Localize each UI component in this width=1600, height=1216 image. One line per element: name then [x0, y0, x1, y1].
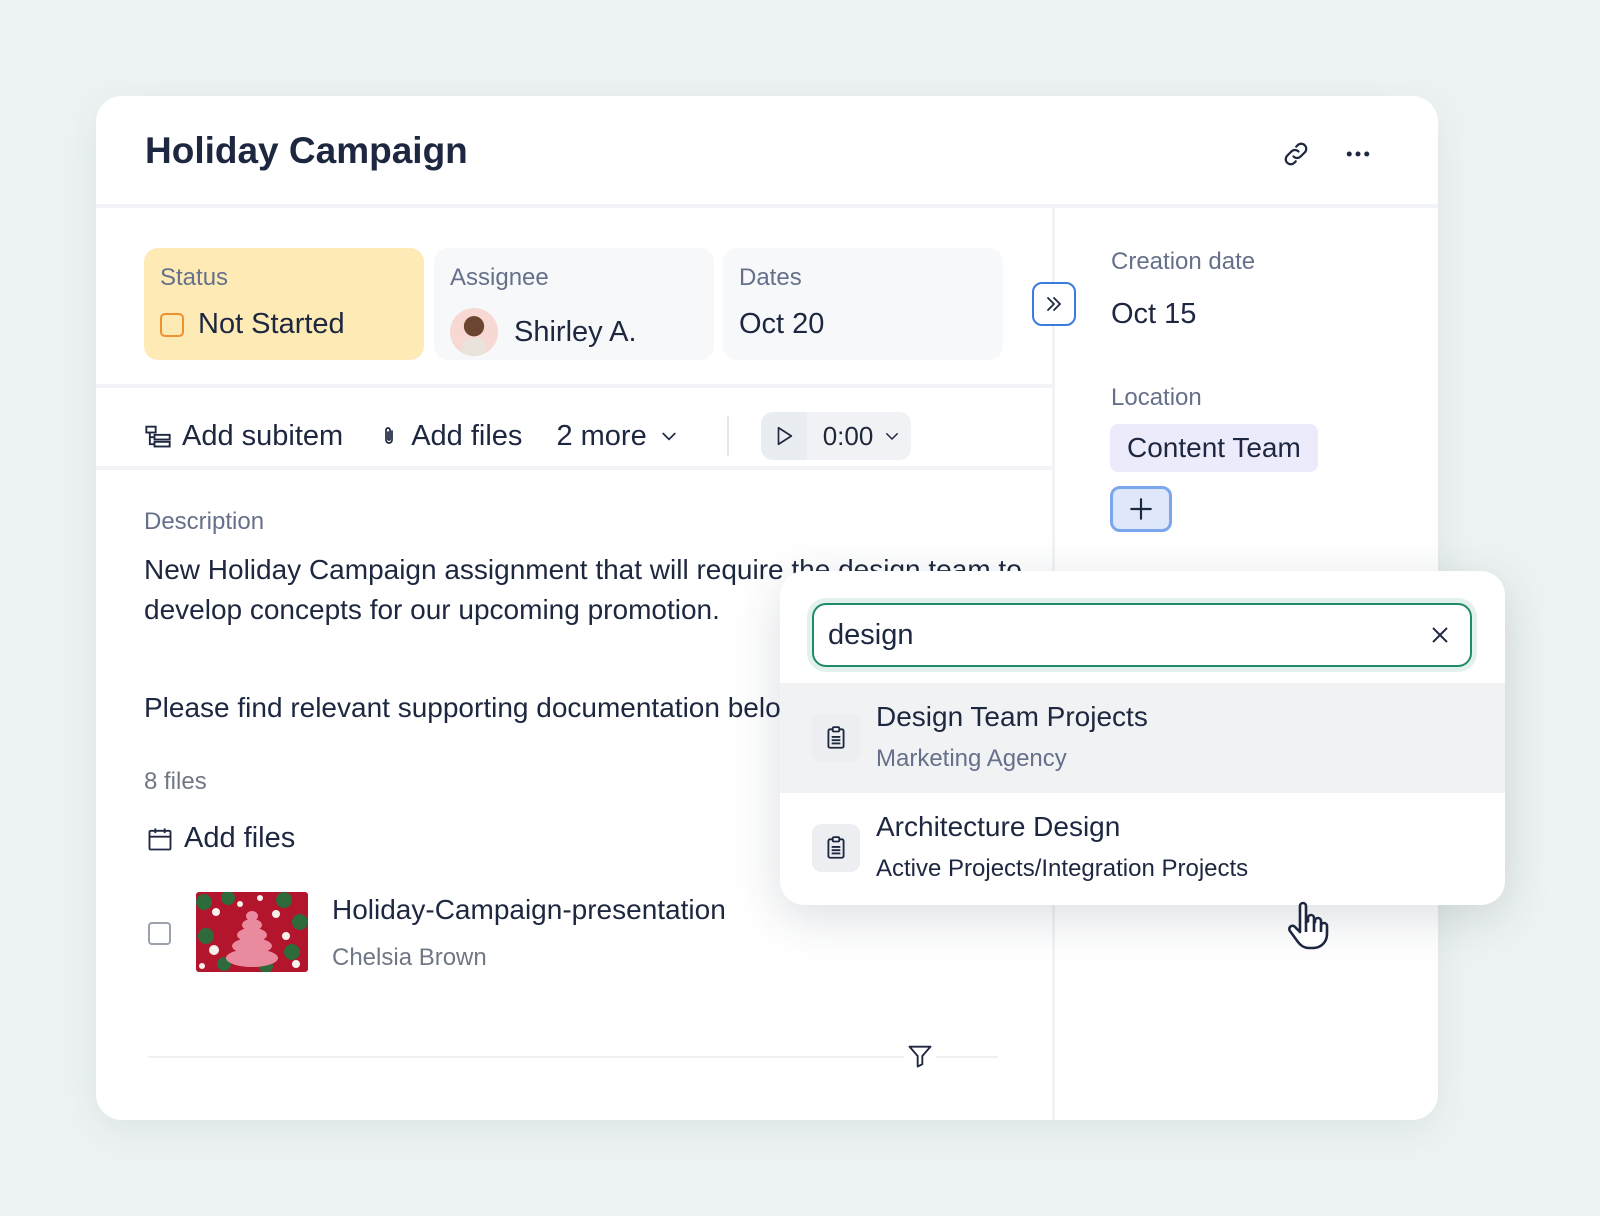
status-text: Not Started [198, 308, 345, 340]
dates-field[interactable]: Dates Oct 20 [723, 248, 1003, 360]
assignee-label: Assignee [450, 264, 549, 291]
chevrons-right-icon [1047, 297, 1061, 311]
divider [966, 1056, 998, 1058]
clipboard-icon [812, 824, 860, 872]
files-count: 8 files [144, 768, 207, 795]
location-tag[interactable]: Content Team [1110, 424, 1318, 472]
more-actions-label: 2 more [556, 419, 647, 452]
location-label: Location [1111, 384, 1202, 411]
assignee-field[interactable]: Assignee Shirley A. [434, 248, 714, 360]
result-title: Architecture Design [876, 811, 1121, 842]
status-value: Not Started [160, 308, 345, 341]
add-files-label: Add files [184, 822, 296, 854]
assignee-value: Shirley A. [450, 308, 637, 356]
dates-value: Oct 20 [739, 308, 825, 340]
status-indicator [160, 312, 184, 337]
search-input[interactable] [828, 615, 1408, 655]
toolbar-separator [726, 416, 729, 456]
file-checkbox[interactable] [148, 922, 171, 945]
creation-date-label: Creation date [1111, 248, 1256, 275]
add-files-label: Add files [411, 419, 523, 452]
paperclip-icon [385, 427, 394, 444]
result-subtitle: Marketing Agency [876, 745, 1067, 772]
file-thumbnail[interactable] [196, 892, 308, 972]
calendar-icon [148, 828, 172, 850]
play-icon[interactable] [760, 412, 807, 460]
creation-date-value: Oct 15 [1111, 298, 1197, 330]
description-label: Description [144, 508, 265, 535]
location-search-popover: Design Team Projects Marketing Agency Ar… [780, 571, 1505, 905]
more-actions-dropdown[interactable]: 2 more [556, 420, 688, 453]
divider [96, 466, 1052, 470]
plus-icon [1130, 498, 1152, 520]
hand-pointer-icon [1284, 900, 1332, 957]
timer-text: 0:00 [822, 420, 874, 451]
card-header: Holiday Campaign [96, 96, 1438, 208]
file-name[interactable]: Holiday-Campaign-presentation [332, 894, 726, 926]
status-field[interactable]: Status Not Started [144, 248, 424, 360]
divider [148, 1056, 984, 1058]
time-tracker[interactable]: 0:00 [760, 412, 912, 460]
result-subtitle: Active Projects/Integration Projects [876, 855, 1249, 882]
link-icon[interactable] [1276, 134, 1316, 174]
file-owner: Chelsia Brown [332, 944, 487, 971]
filter-icon[interactable] [904, 1040, 936, 1072]
item-toolbar: Add subitem Add files 2 more 0:00 [144, 412, 912, 460]
add-subitem-button[interactable]: Add subitem [144, 420, 343, 453]
assignee-name: Shirley A. [514, 315, 637, 348]
search-result[interactable]: Design Team Projects Marketing Agency [780, 683, 1505, 793]
close-icon[interactable] [1424, 619, 1456, 651]
timer-value[interactable]: 0:00 [807, 421, 912, 452]
subitem-icon [145, 425, 171, 448]
search-result[interactable]: Architecture Design Active Projects/Inte… [780, 793, 1505, 903]
clipboard-icon [812, 714, 860, 762]
add-files-button[interactable]: Add files [377, 420, 522, 453]
result-title: Design Team Projects [876, 701, 1148, 732]
chevron-down-icon [886, 433, 899, 441]
search-field[interactable] [812, 603, 1472, 667]
page-title: Holiday Campaign [145, 130, 468, 171]
status-label: Status [160, 264, 229, 291]
add-subitem-label: Add subitem [182, 419, 344, 452]
divider [96, 384, 1052, 388]
dates-label: Dates [739, 264, 802, 291]
expand-fields-button[interactable] [1032, 282, 1076, 326]
more-horizontal-icon[interactable] [1338, 134, 1378, 174]
add-files-link[interactable]: Add files [146, 822, 295, 855]
add-location-button[interactable] [1110, 486, 1172, 532]
chevron-down-icon [662, 432, 676, 441]
avatar [450, 308, 498, 356]
